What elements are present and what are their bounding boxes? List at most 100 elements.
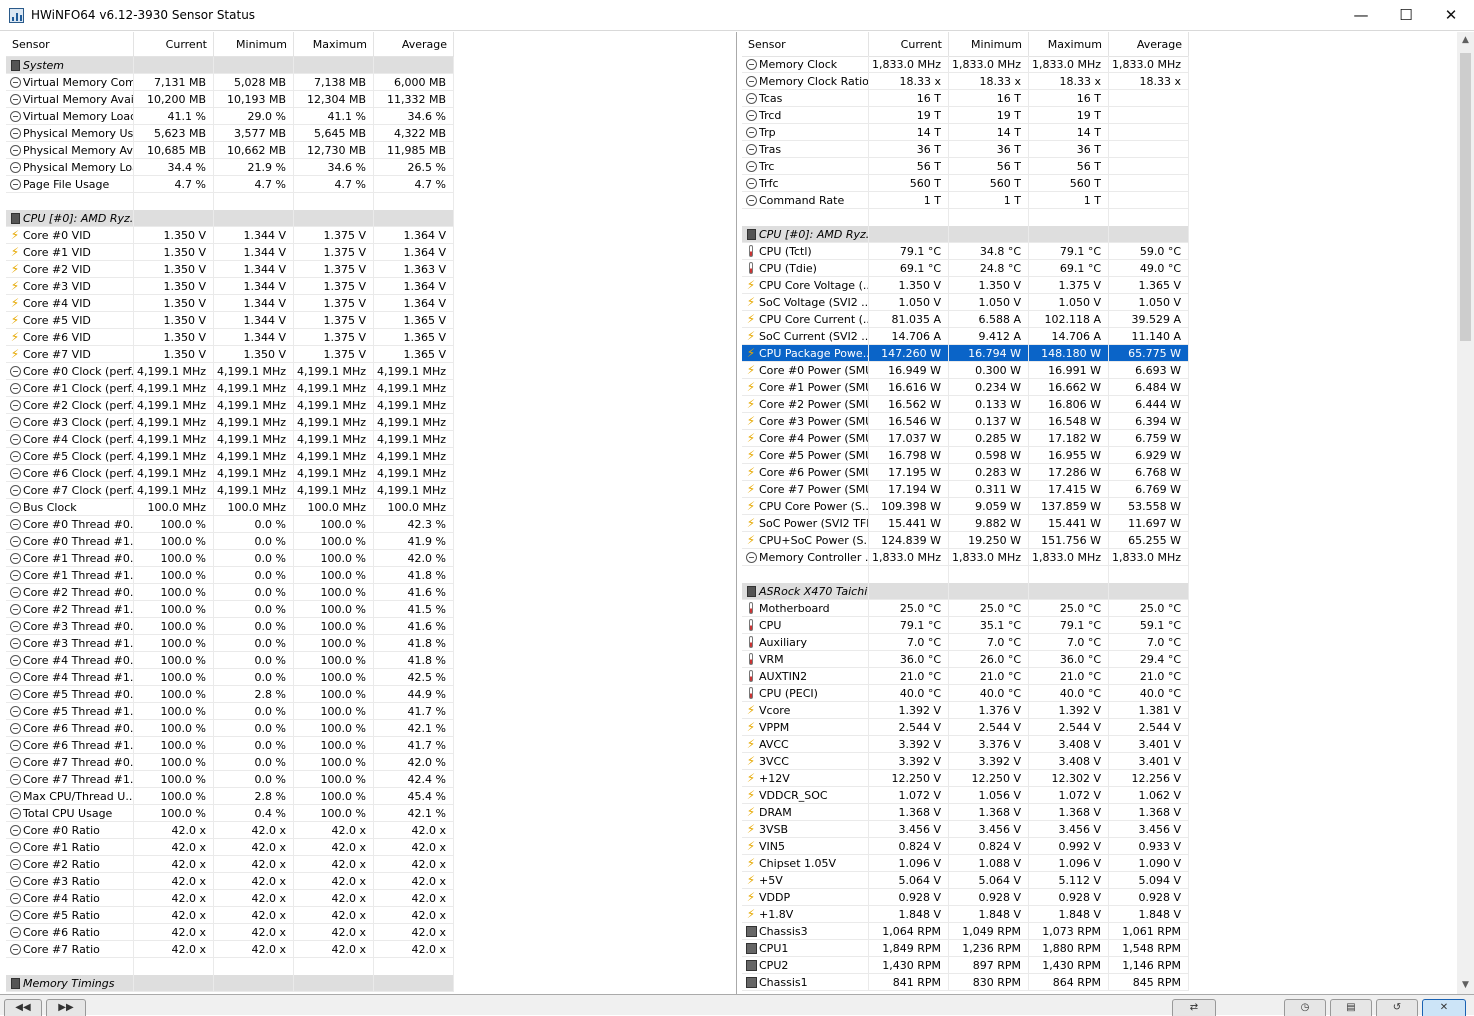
sensor-value: 4,199.1 MHz	[376, 433, 446, 446]
value-cell-maximum: 17.182 W	[1029, 430, 1109, 447]
maximize-button[interactable]: ☐	[1383, 0, 1429, 31]
sensor-value: 1,833.0 MHz	[951, 551, 1021, 564]
sensor-value: 17.194 W	[888, 483, 941, 496]
sensor-name: AUXTIN2	[759, 670, 808, 683]
value-cell-maximum: 1.368 V	[1029, 804, 1109, 821]
sensor-value: 1.368 V	[898, 806, 941, 819]
column-header-maximum[interactable]: Maximum	[1029, 32, 1109, 57]
gauge-icon	[9, 552, 21, 564]
group-label: ASRock X470 Taichi...	[759, 585, 869, 598]
sensor-value: 25.0 °C	[899, 602, 941, 615]
column-header-current[interactable]: Current	[869, 32, 949, 57]
sensor-value: 100.0 %	[160, 790, 206, 803]
value-cell-current: 100.0 %	[134, 669, 214, 686]
column-header-average[interactable]: Average	[374, 32, 454, 57]
right-sensor-pane[interactable]: Sensor Current Minimum Maximum Average Memor…	[738, 32, 1474, 994]
value-cell-minimum: 1,833.0 MHz	[949, 549, 1029, 566]
value-cell-maximum	[294, 57, 374, 74]
sensor-value: 25.0 °C	[1059, 602, 1101, 615]
sensor-name-cell: CPU [#0]: AMD Ryz...	[742, 226, 869, 243]
sensor-value: 0.0 %	[254, 620, 286, 633]
column-header-minimum[interactable]: Minimum	[949, 32, 1029, 57]
gauge-icon	[9, 637, 21, 649]
value-cell-maximum	[294, 193, 374, 210]
nav-right-button[interactable]: ▶▶	[46, 999, 86, 1016]
sensor-name: Memory Clock Ratio	[759, 75, 869, 88]
right-vertical-scrollbar[interactable]: ▲ ▼	[1457, 32, 1474, 994]
scroll-thumb[interactable]	[1460, 53, 1471, 341]
sensor-name: Core #2 Thread #0...	[23, 586, 134, 599]
clock-button[interactable]: ◷	[1284, 999, 1326, 1016]
report-button[interactable]: ▤	[1330, 999, 1372, 1016]
minimize-button[interactable]: —	[1338, 0, 1384, 31]
nav-left-button[interactable]: ◀◀	[4, 999, 42, 1016]
sensor-value: 1 T	[1003, 194, 1021, 207]
value-cell-current: 1,833.0 MHz	[869, 549, 949, 566]
sensor-value: 100.0 %	[320, 671, 366, 684]
sensor-name: Chipset 1.05V	[759, 857, 837, 870]
scroll-up-arrow-icon[interactable]: ▲	[1457, 32, 1474, 49]
voltage-bolt-icon: ⚡	[746, 482, 756, 496]
value-cell-current: 4,199.1 MHz	[134, 431, 214, 448]
sensor-value: 100.0 %	[160, 807, 206, 820]
column-header-average[interactable]: Average	[1109, 32, 1189, 57]
sensor-value: 42.3 %	[407, 518, 446, 531]
sensor-value: 42.0 x	[411, 824, 447, 837]
gauge-icon	[9, 790, 21, 802]
sensor-value: 100.0 %	[320, 705, 366, 718]
value-cell-minimum: 42.0 x	[214, 822, 294, 839]
value-cell-average: 11,332 MB	[374, 91, 454, 108]
sensor-value: 1.364 V	[403, 246, 446, 259]
sensor-value: 1.350 V	[163, 280, 206, 293]
value-cell-average: 3.401 V	[1109, 753, 1189, 770]
scroll-down-arrow-icon[interactable]: ▼	[1457, 977, 1474, 994]
sensor-name-cell: ⚡ DRAM	[742, 804, 869, 821]
sensor-value: 1,061 RPM	[1122, 925, 1181, 938]
sensor-name: 3VCC	[759, 755, 789, 768]
value-cell-minimum: 21.9 %	[214, 159, 294, 176]
value-cell-maximum: 42.0 x	[294, 873, 374, 890]
value-cell-minimum	[949, 209, 1029, 226]
sensor-name: Core #7 Ratio	[23, 943, 100, 956]
value-cell-average: 4,199.1 MHz	[374, 482, 454, 499]
sensor-value: 42.0 x	[411, 892, 447, 905]
title-bar: HWiNFO64 v6.12-3930 Sensor Status — ☐ ✕	[0, 0, 1474, 31]
sensor-value: 42.0 x	[251, 909, 287, 922]
value-cell-average: 11,985 MB	[374, 142, 454, 159]
column-header-current[interactable]: Current	[134, 32, 214, 57]
sensor-value: 1.848 V	[898, 908, 941, 921]
sensor-value: 830 RPM	[972, 976, 1021, 989]
sensor-name: Core #0 Ratio	[23, 824, 100, 837]
column-header-sensor[interactable]: Sensor	[742, 32, 869, 57]
close-button[interactable]: ✕	[1428, 0, 1474, 31]
sensor-name-cell	[6, 193, 134, 210]
sensor-value: 25.0 °C	[1139, 602, 1181, 615]
value-cell-minimum: 0.0 %	[214, 771, 294, 788]
column-header-maximum[interactable]: Maximum	[294, 32, 374, 57]
sensor-value: 1 T	[1083, 194, 1101, 207]
sensor-value: 16.794 W	[968, 347, 1021, 360]
left-sensor-pane[interactable]: Sensor Current Minimum Maximum Average Syste…	[0, 32, 737, 994]
column-header-sensor[interactable]: Sensor	[6, 32, 134, 57]
column-header-minimum[interactable]: Minimum	[214, 32, 294, 57]
sensor-value: 100.0 %	[320, 586, 366, 599]
sensor-value: 42.0 x	[331, 841, 367, 854]
sensor-value: 3.376 V	[978, 738, 1021, 751]
value-cell-minimum: 10,193 MB	[214, 91, 294, 108]
voltage-bolt-icon: ⚡	[10, 245, 20, 259]
sensor-name: Core #0 Thread #0...	[23, 518, 134, 531]
value-cell-maximum	[1029, 226, 1109, 243]
value-cell-current: 1.350 V	[134, 312, 214, 329]
layout-button[interactable]: ✕	[1422, 999, 1466, 1016]
sensor-name: Core #2 Thread #1...	[23, 603, 134, 616]
sensor-value: 42.0 x	[251, 824, 287, 837]
gauge-icon	[745, 143, 757, 155]
sensor-name: Core #4 VID	[23, 297, 91, 310]
value-cell-current: 10,685 MB	[134, 142, 214, 159]
sensor-value: 0.0 %	[254, 586, 286, 599]
network-button[interactable]: ⇄	[1172, 999, 1216, 1016]
reset-button[interactable]: ↺	[1376, 999, 1418, 1016]
value-cell-current: 42.0 x	[134, 839, 214, 856]
value-cell-average: 42.0 %	[374, 550, 454, 567]
value-cell-maximum: 1,430 RPM	[1029, 957, 1109, 974]
